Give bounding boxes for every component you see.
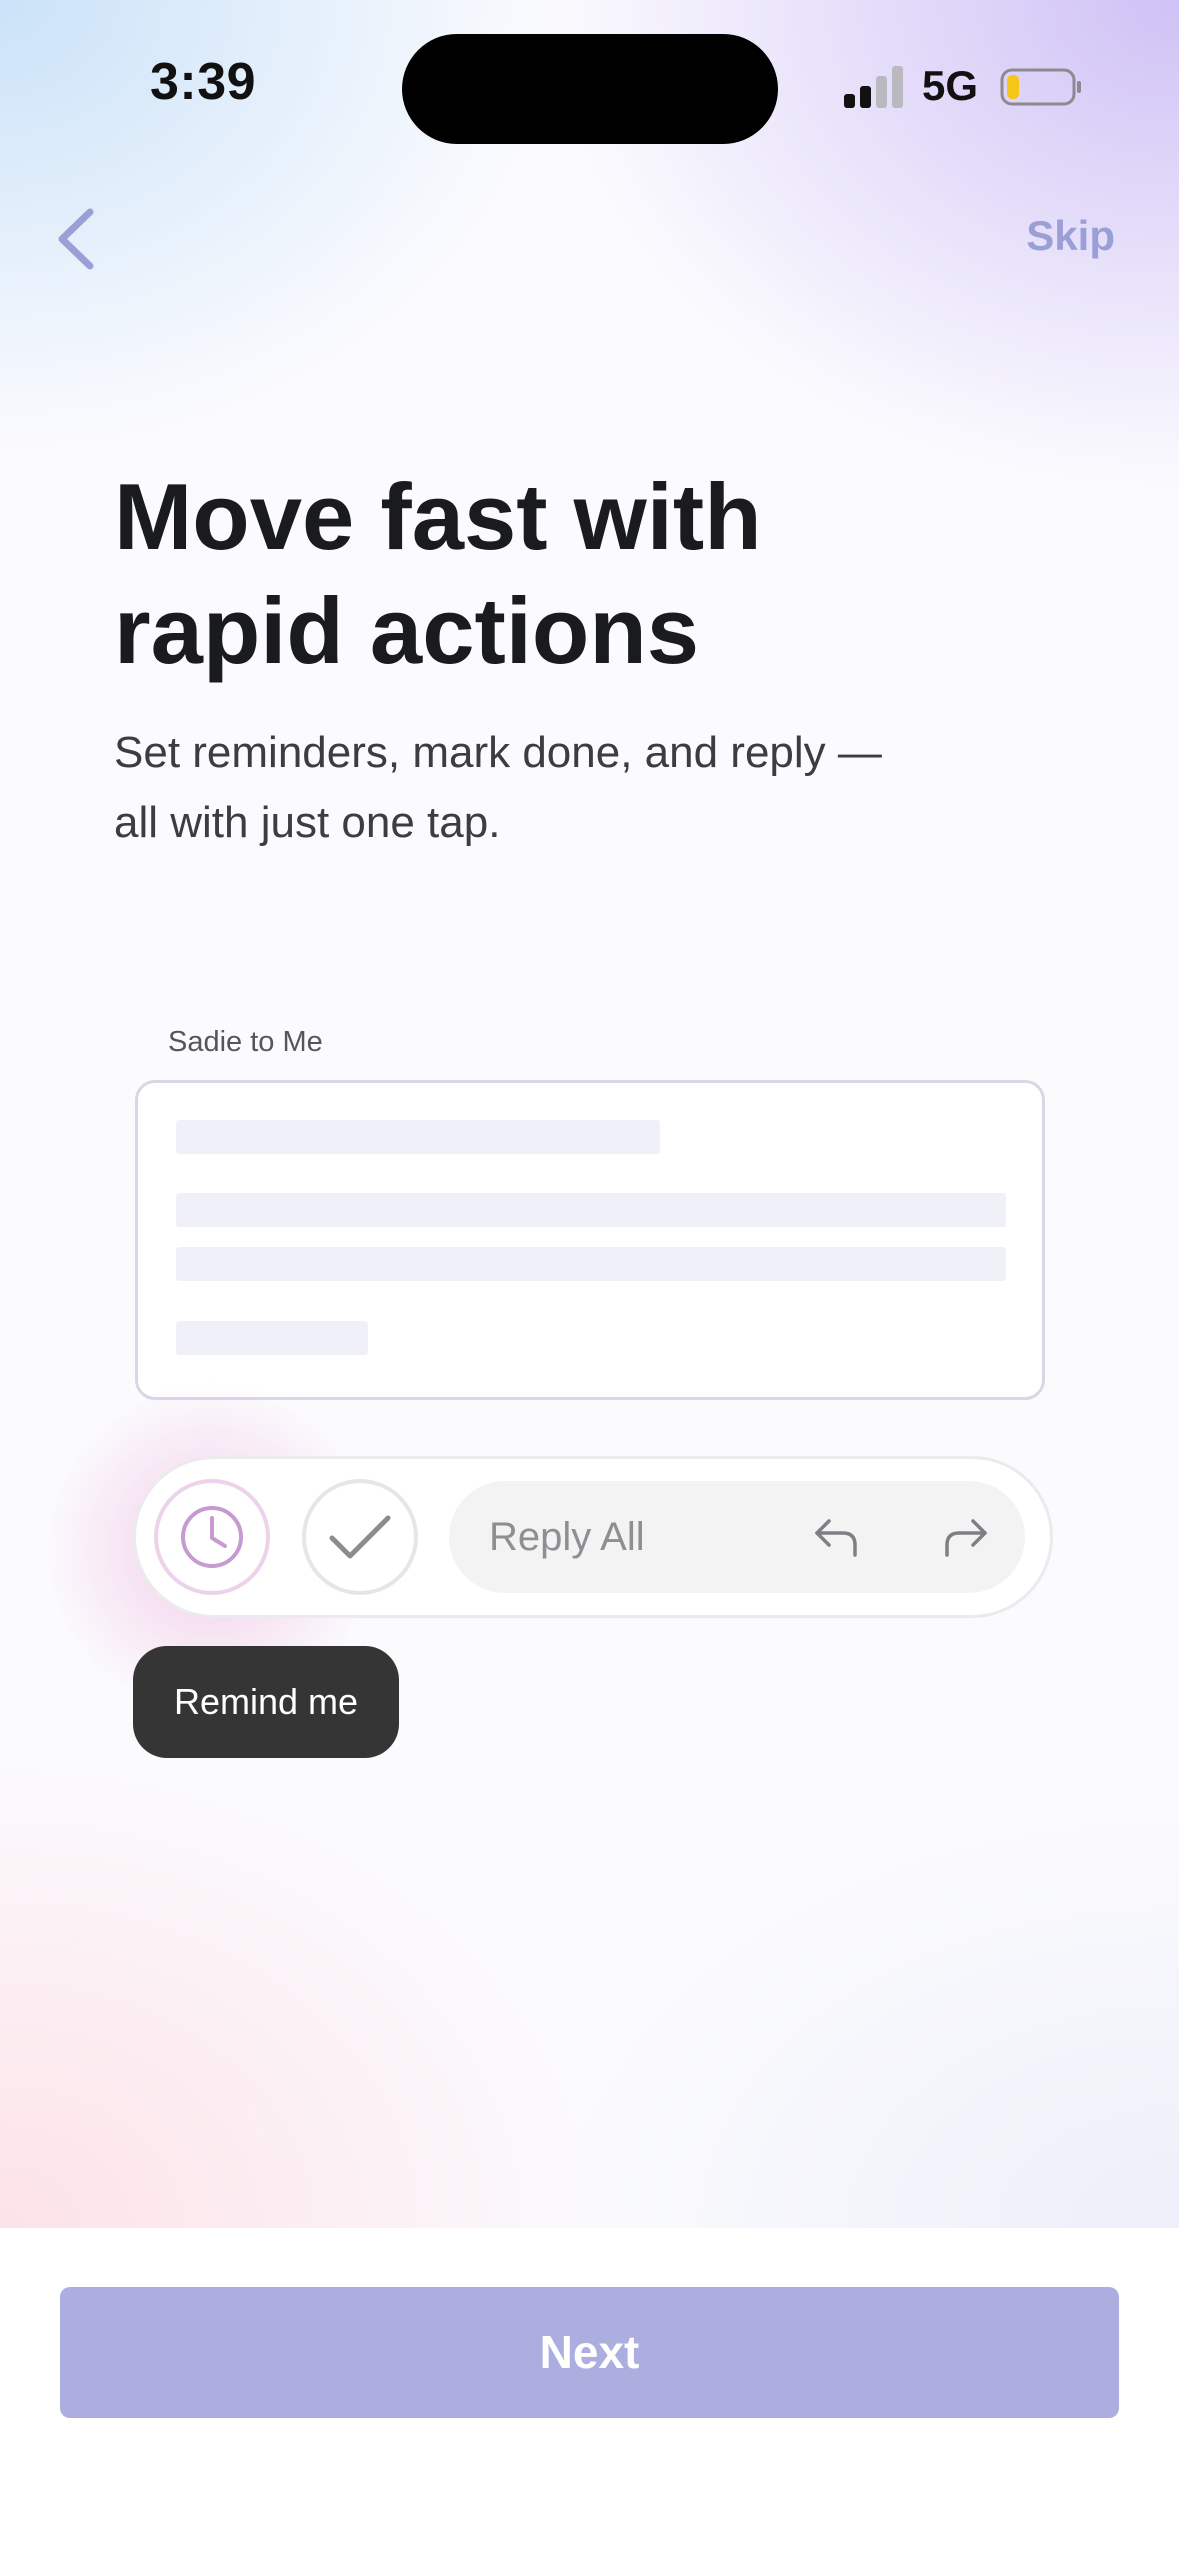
- remind-me-tooltip: Remind me: [133, 1646, 399, 1758]
- reply-icon[interactable]: [813, 1513, 861, 1561]
- title-line-1: Move fast with: [114, 464, 762, 569]
- skip-button[interactable]: Skip: [1026, 212, 1115, 260]
- status-time: 3:39: [150, 53, 257, 111]
- reply-all-label: Reply All: [489, 1515, 645, 1559]
- remind-button[interactable]: [154, 1479, 270, 1595]
- email-from-label: Sadie to Me: [168, 1026, 323, 1058]
- forward-icon[interactable]: [941, 1513, 989, 1561]
- skeleton-line: [176, 1321, 368, 1355]
- cellular-signal-icon: [844, 66, 903, 108]
- mark-done-button[interactable]: [302, 1479, 418, 1595]
- skeleton-line: [176, 1247, 1006, 1281]
- title-line-2: rapid actions: [114, 578, 700, 683]
- email-preview-card: [135, 1080, 1045, 1400]
- subtitle-line-1: Set reminders, mark done, and reply —: [114, 728, 882, 777]
- skeleton-line: [176, 1193, 1006, 1227]
- subtitle-line-2: all with just one tap.: [114, 798, 501, 847]
- dynamic-island: [402, 34, 778, 144]
- skeleton-line: [176, 1120, 660, 1154]
- back-chevron-icon[interactable]: [52, 206, 102, 272]
- checkmark-icon: [329, 1515, 391, 1559]
- next-button[interactable]: Next: [60, 2287, 1119, 2418]
- network-type: 5G: [922, 62, 979, 109]
- page-title: Move fast with rapid actions: [114, 460, 1014, 688]
- clock-icon: [181, 1506, 243, 1568]
- reply-all-pill[interactable]: Reply All: [449, 1481, 1025, 1593]
- page-subtitle: Set reminders, mark done, and reply — al…: [114, 718, 1014, 858]
- battery-icon: [1000, 68, 1081, 106]
